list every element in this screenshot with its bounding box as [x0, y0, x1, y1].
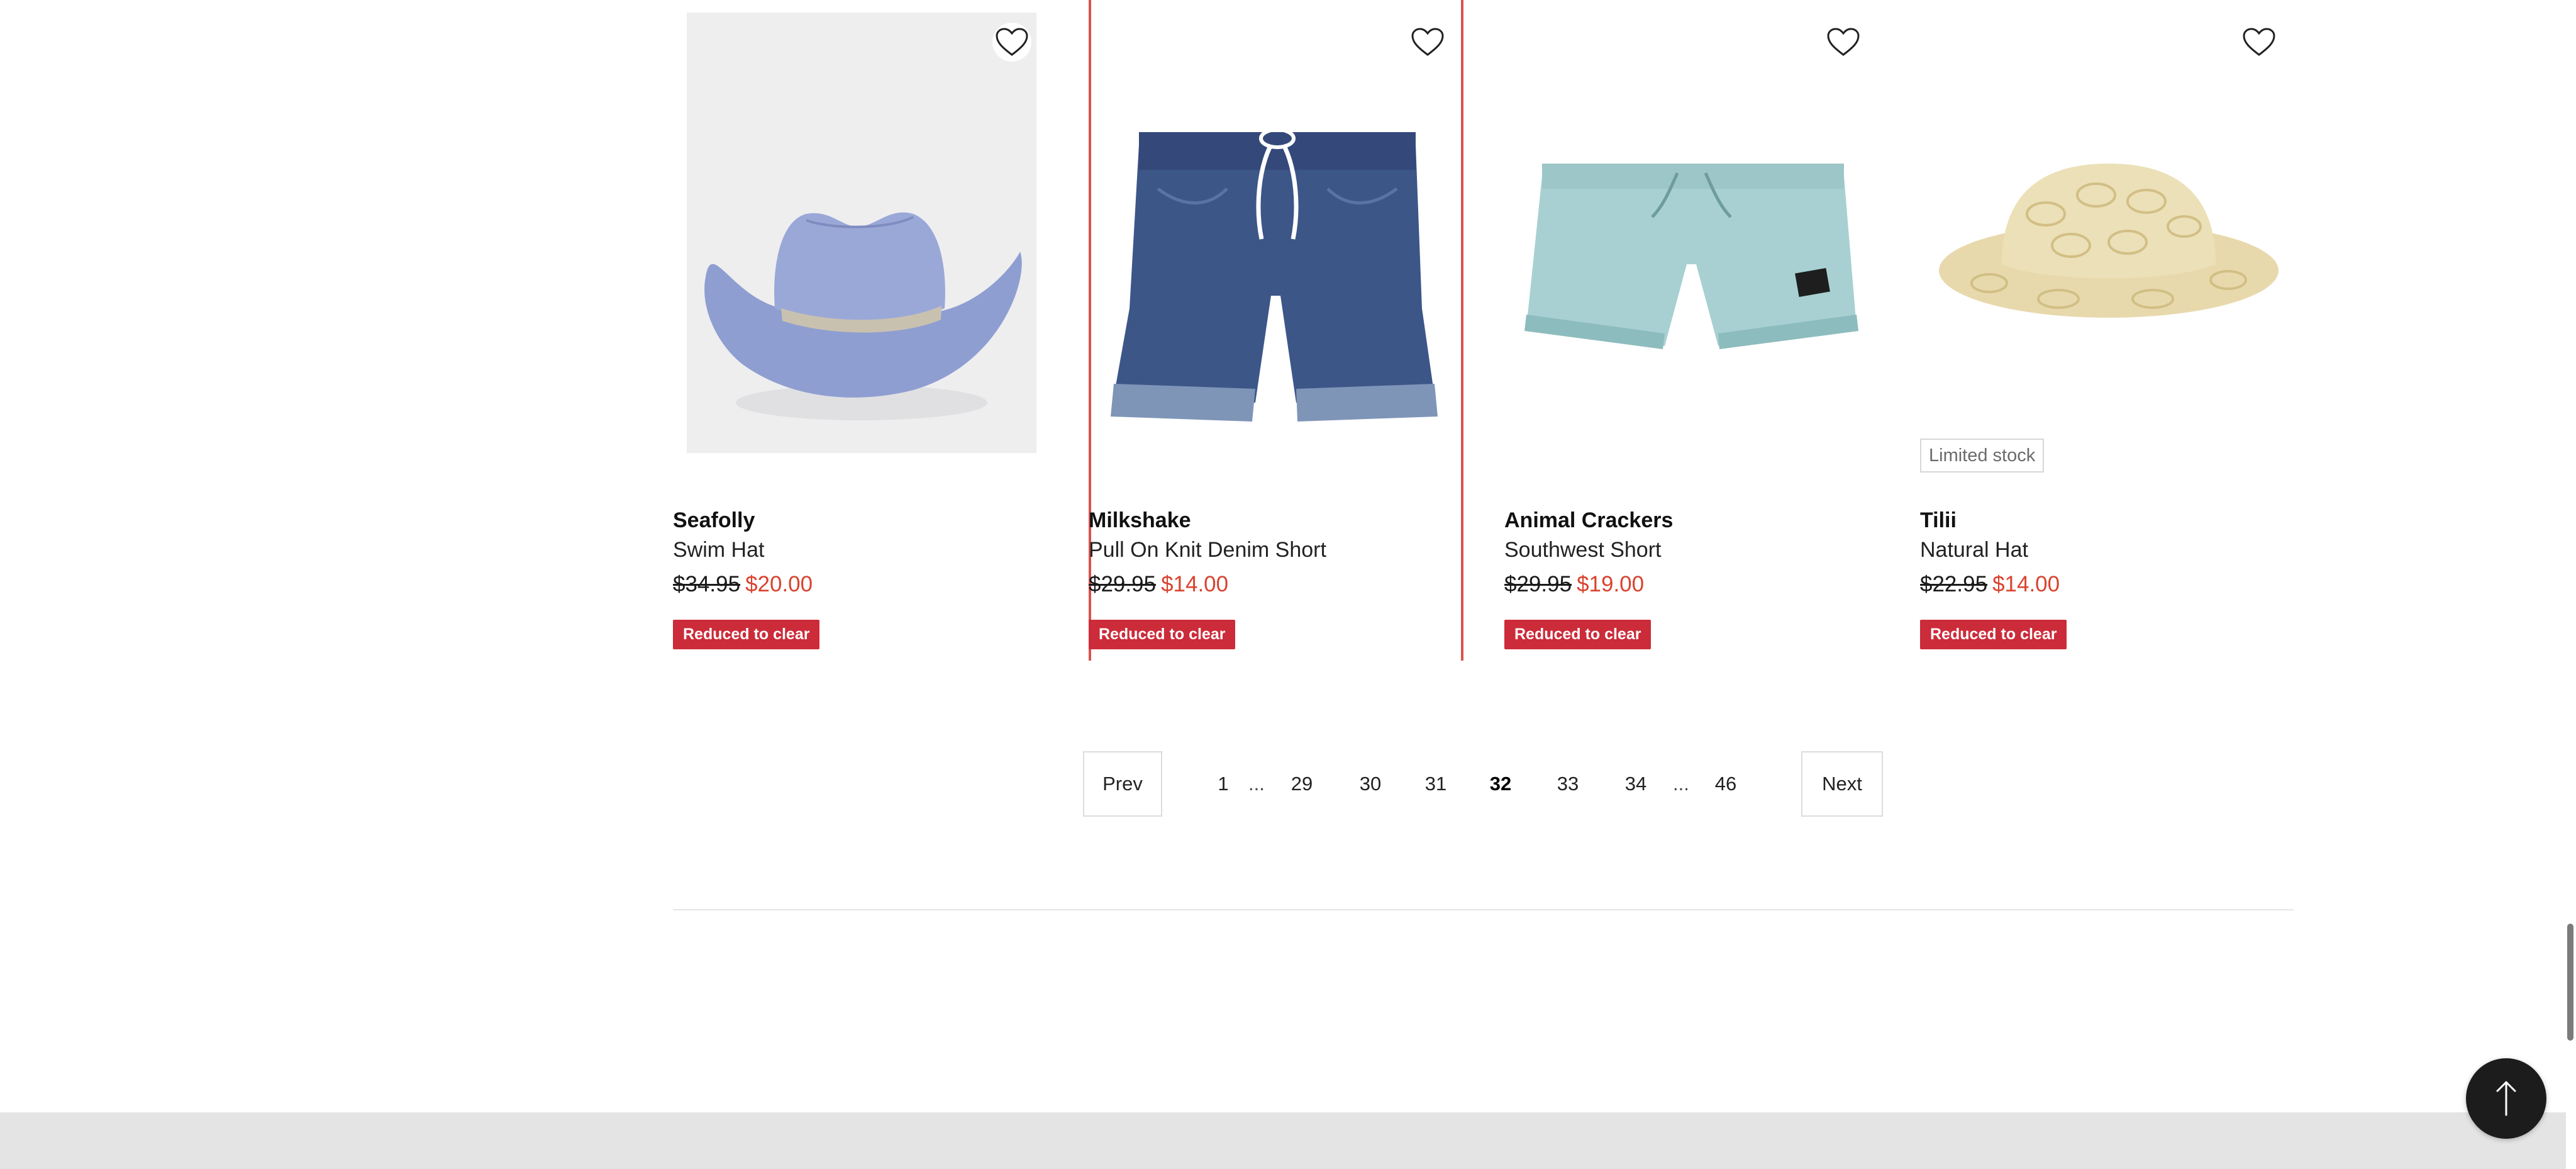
heart-outline-icon: [996, 28, 1028, 56]
product-brand[interactable]: Tilii: [1920, 508, 1957, 533]
section-divider: [673, 909, 2294, 910]
product-card[interactable]: Milkshake Pull On Knit Denim Short $29.9…: [1089, 0, 1504, 661]
heart-outline-icon: [2243, 28, 2275, 56]
page-link-29[interactable]: 29: [1288, 751, 1316, 817]
product-price: $34.95 $20.00: [673, 572, 813, 597]
sale-price: $14.00: [1161, 572, 1229, 596]
product-name[interactable]: Southwest Short: [1504, 538, 1661, 562]
sale-tag: Reduced to clear: [1504, 620, 1652, 649]
product-price: $29.95 $14.00: [1089, 572, 1228, 597]
favourite-button[interactable]: [1408, 23, 1447, 62]
page-link-30[interactable]: 30: [1357, 751, 1384, 817]
favourite-button[interactable]: [2240, 23, 2279, 62]
product-card[interactable]: Animal Crackers Southwest Short $29.95 $1…: [1504, 0, 1920, 661]
product-price: $22.95 $14.00: [1920, 572, 2060, 597]
scrollbar-thumb[interactable]: [2567, 924, 2573, 1041]
product-name[interactable]: Natural Hat: [1920, 538, 2028, 562]
product-brand[interactable]: Seafolly: [673, 508, 755, 533]
original-price: $34.95: [673, 572, 741, 596]
sale-price: $20.00: [745, 572, 813, 596]
footer: [0, 1112, 2576, 1169]
product-name[interactable]: Swim Hat: [673, 538, 764, 562]
product-image[interactable]: [1920, 0, 2297, 466]
heart-outline-icon: [1411, 28, 1444, 56]
product-name[interactable]: Pull On Knit Denim Short: [1089, 538, 1326, 562]
product-price: $29.95 $19.00: [1504, 572, 1644, 597]
favourite-button[interactable]: [1824, 23, 1863, 62]
denim-shorts-image: [1111, 128, 1438, 422]
next-page-button[interactable]: Next: [1801, 751, 1883, 817]
arrow-up-icon: [2496, 1081, 2516, 1116]
page-link-46[interactable]: 46: [1711, 751, 1740, 817]
sale-price: $19.00: [1577, 572, 1645, 596]
page-link-32-current[interactable]: 32: [1486, 751, 1515, 817]
heart-outline-icon: [1827, 28, 1860, 56]
page-link-31[interactable]: 31: [1422, 751, 1450, 817]
page-link-34[interactable]: 34: [1622, 751, 1650, 817]
blue-straw-hat-image: [687, 13, 1036, 453]
sale-tag: Reduced to clear: [1089, 620, 1236, 649]
product-image[interactable]: [1504, 0, 1882, 466]
page-link-1[interactable]: 1: [1211, 751, 1236, 817]
sale-tag: Reduced to clear: [673, 620, 820, 649]
limited-stock-badge: Limited stock: [1920, 439, 2045, 473]
page-link-33[interactable]: 33: [1554, 751, 1582, 817]
back-to-top-button[interactable]: [2466, 1058, 2546, 1139]
light-blue-shorts-image: [1524, 164, 1858, 349]
product-image[interactable]: [673, 0, 1050, 466]
product-brand[interactable]: Milkshake: [1089, 508, 1191, 533]
sale-price: $14.00: [1992, 572, 2060, 596]
pagination: Prev 1 ... 29 30 31 32 33 34 ... 46 Next: [0, 751, 2576, 817]
pagination-ellipsis: ...: [1673, 773, 1689, 795]
original-price: $22.95: [1920, 572, 1988, 596]
product-grid: Seafolly Swim Hat $34.95 $20.00 Reduced t…: [673, 0, 2296, 661]
product-brand[interactable]: Animal Crackers: [1504, 508, 1673, 533]
natural-hat-image: [1939, 164, 2279, 318]
product-image[interactable]: [1089, 0, 1466, 466]
sale-tag: Reduced to clear: [1920, 620, 2067, 649]
pagination-ellipsis: ...: [1248, 773, 1265, 795]
original-price: $29.95: [1089, 572, 1157, 596]
favourite-button[interactable]: [992, 23, 1031, 62]
prev-page-button[interactable]: Prev: [1083, 751, 1162, 817]
product-card[interactable]: Seafolly Swim Hat $34.95 $20.00 Reduced t…: [673, 0, 1089, 661]
product-card[interactable]: Limited stock Tilii Natural Hat $22.95 $1…: [1920, 0, 2336, 661]
original-price: $29.95: [1504, 572, 1572, 596]
